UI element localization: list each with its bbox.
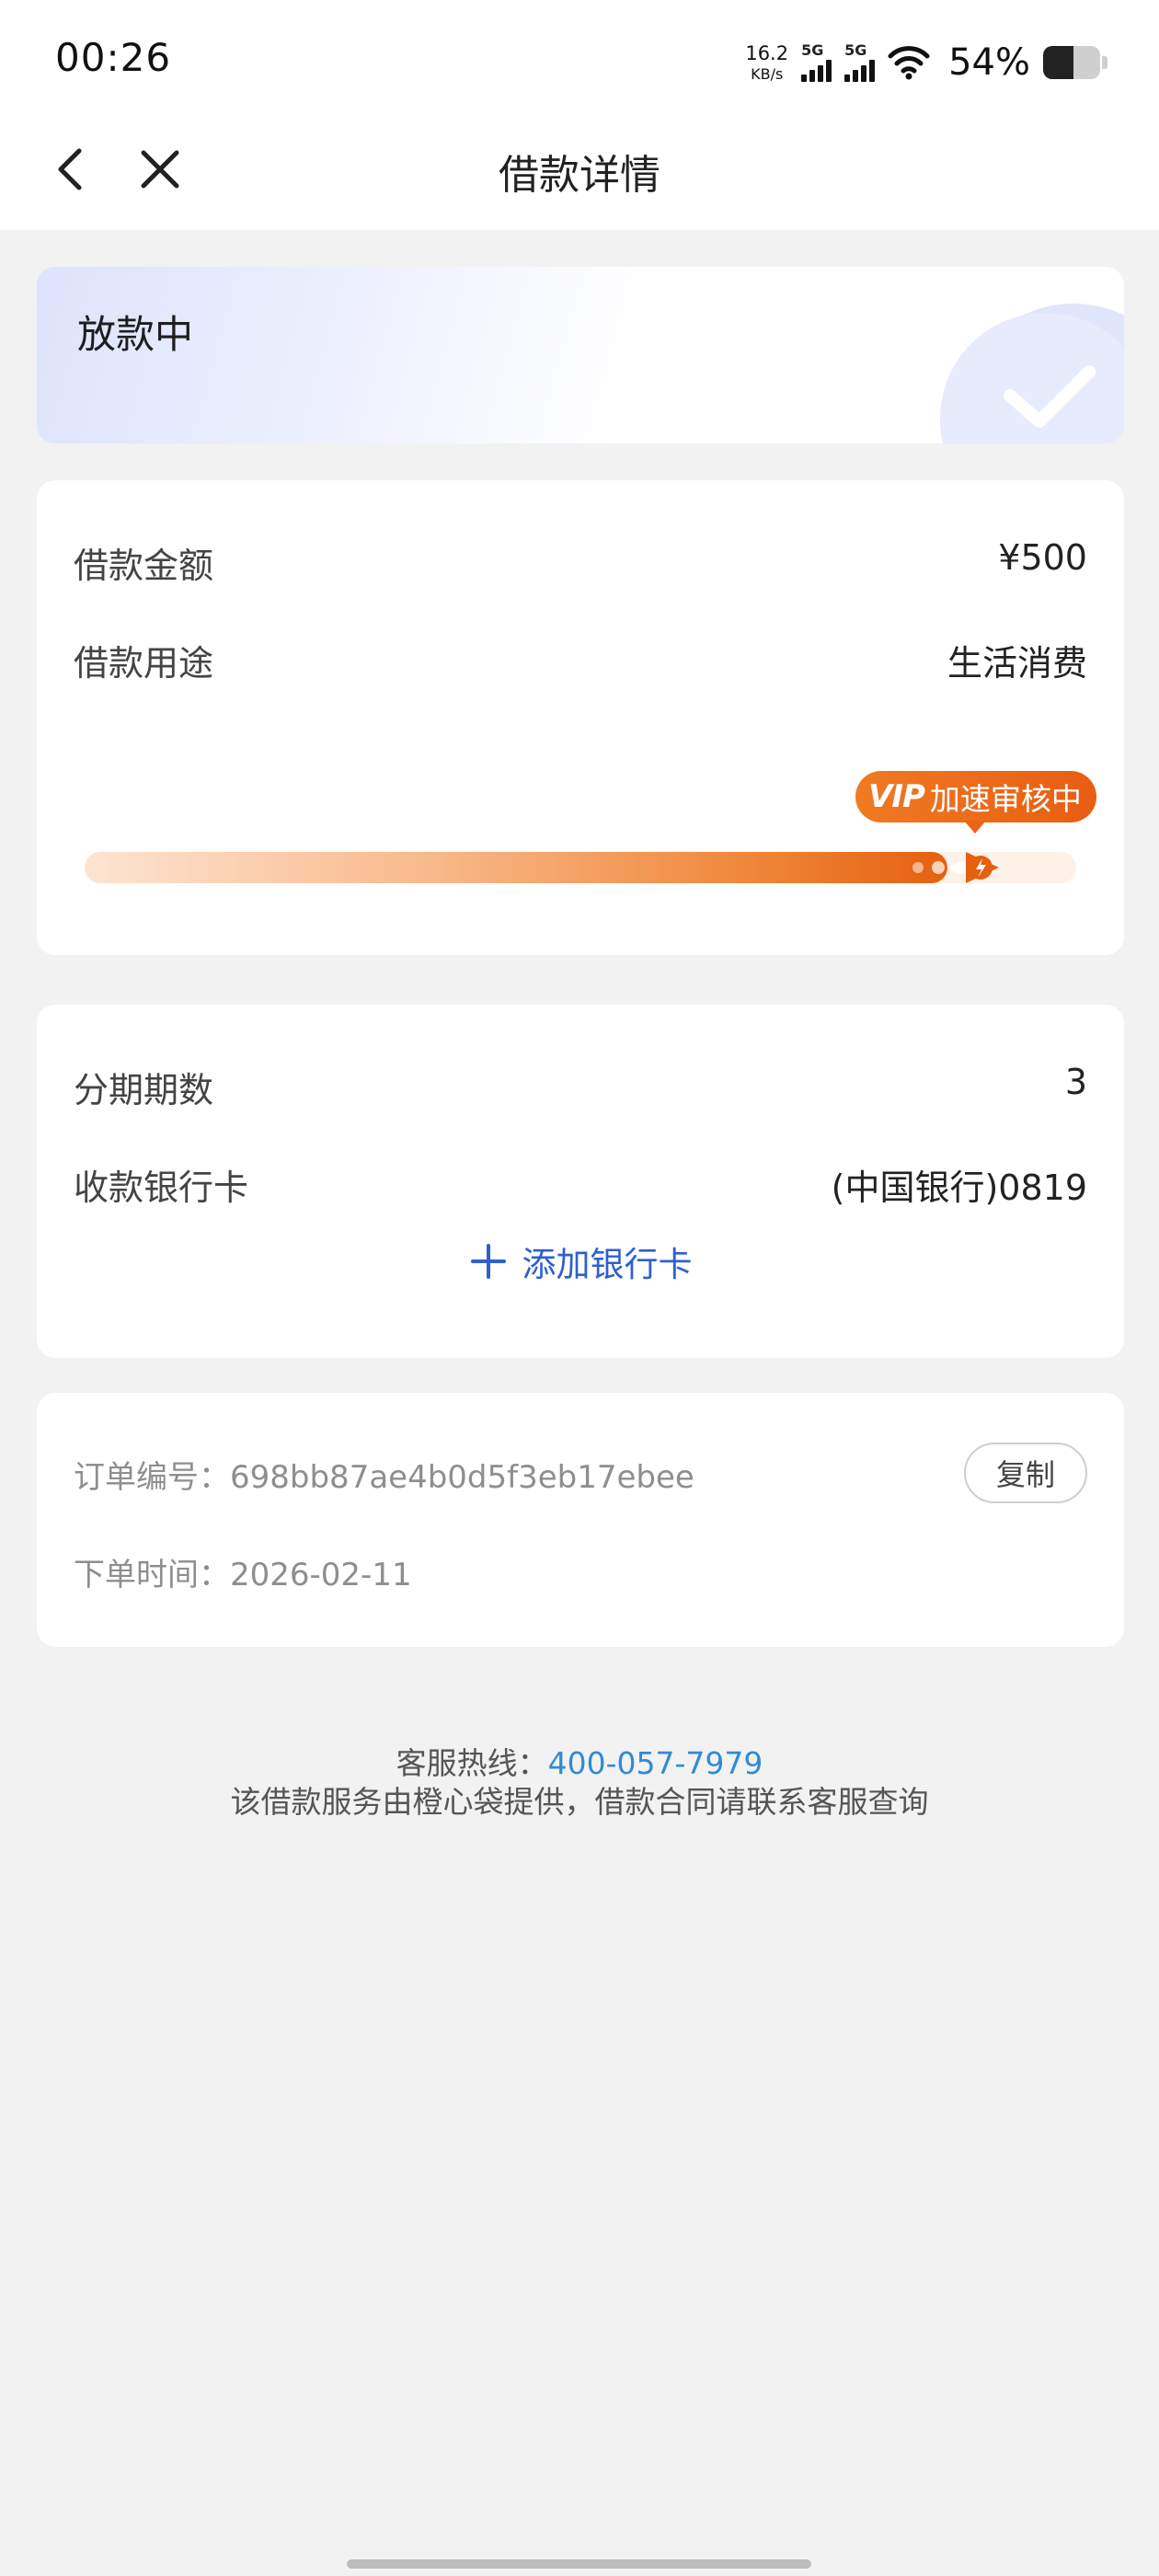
- vip-review-badge: VIP 加速审核中: [855, 771, 1096, 822]
- vip-badge-text: 加速审核中: [929, 781, 1082, 817]
- bank-card-value: (中国银行)0819: [831, 1167, 1087, 1208]
- status-icons: 16.2 KB/s 5G 5G 54%: [745, 37, 1107, 88]
- installments-value: 3: [1064, 1062, 1087, 1102]
- badge-pointer: [964, 821, 986, 834]
- loan-amount-label: 借款金额: [74, 546, 214, 586]
- loan-amount-value: ¥500: [998, 537, 1087, 578]
- status-time: 00:26: [55, 35, 172, 80]
- sim1-label: 5G: [801, 41, 824, 59]
- order-number: 订单编号：698bb87ae4b0d5f3eb17ebee: [74, 1459, 694, 1496]
- rocket-icon: [912, 852, 999, 883]
- bank-card-label: 收款银行卡: [74, 1167, 249, 1208]
- check-icon: [1004, 365, 1096, 428]
- network-speed-unit: KB/s: [751, 64, 784, 83]
- sim2-signal-icon: 5G: [844, 41, 876, 82]
- installments-label: 分期期数: [74, 1070, 214, 1110]
- sim2-label: 5G: [844, 41, 867, 59]
- service-provider-note: 该借款服务由橙心袋提供，借款合同请联系客服查询: [230, 1784, 929, 1820]
- customer-service-line: 客服热线：400-057-7979: [0, 1739, 1159, 1783]
- home-indicator[interactable]: [347, 2559, 811, 2569]
- plus-icon: [470, 1244, 506, 1279]
- loan-info-card: 借款金额 ¥500 借款用途 生活消费 VIP 加速审核中: [37, 480, 1124, 955]
- battery-icon: [1043, 46, 1100, 79]
- hotline-number-link[interactable]: 400-057-7979: [548, 1745, 763, 1781]
- network-speed-value: 16.2: [745, 41, 789, 64]
- battery-tip: [1102, 56, 1107, 69]
- sim1-signal-icon: 5G: [801, 43, 832, 82]
- wifi-icon: [888, 46, 930, 80]
- battery-percent: 54%: [948, 41, 1030, 84]
- network-speed: 16.2 KB/s: [745, 41, 789, 83]
- add-bank-card-button[interactable]: 添加银行卡: [37, 1236, 1124, 1286]
- loan-status-card: 放款中: [37, 267, 1124, 443]
- repayment-info-card: 分期期数 3 收款银行卡 (中国银行)0819 添加银行卡: [37, 1005, 1124, 1358]
- hotline-label: 客服热线：: [396, 1745, 548, 1781]
- order-time: 下单时间：2026-02-11: [74, 1557, 412, 1593]
- page-title: 借款详情: [499, 152, 660, 199]
- add-bank-card-label: 添加银行卡: [522, 1245, 693, 1284]
- order-info-card: 订单编号：698bb87ae4b0d5f3eb17ebee 复制 下单时间：20…: [37, 1393, 1124, 1647]
- copy-button[interactable]: 复制: [964, 1443, 1087, 1503]
- vip-label: VIP: [868, 778, 925, 815]
- loan-purpose-value: 生活消费: [947, 643, 1087, 684]
- review-progress-fill: [85, 852, 947, 883]
- loan-status-text: 放款中: [77, 312, 194, 357]
- loan-purpose-label: 借款用途: [74, 643, 214, 684]
